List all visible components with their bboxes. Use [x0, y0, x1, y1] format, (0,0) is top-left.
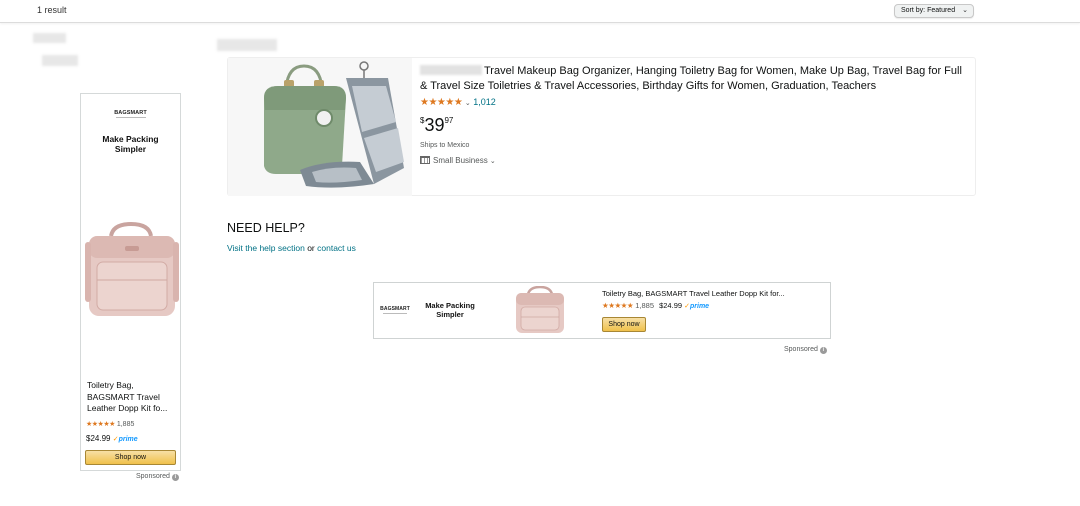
- blurred-filter-label: [42, 55, 78, 66]
- prime-badge: ✓prime: [112, 436, 138, 443]
- brand-logo-underline: [378, 312, 412, 316]
- ad-tagline: Make Packing Simpler: [420, 301, 480, 319]
- ad-price-row: $24.99 ✓prime: [86, 434, 138, 443]
- sponsored-label[interactable]: Sponsored i: [136, 473, 179, 481]
- small-business-badge[interactable]: Small Business ⌄: [420, 156, 496, 165]
- prime-badge: ✓prime: [684, 303, 710, 310]
- product-image[interactable]: [228, 58, 412, 196]
- ad-price: $24.99: [659, 301, 683, 310]
- tagline-line2: Simpler: [436, 310, 464, 319]
- need-help-heading: NEED HELP?: [227, 221, 305, 235]
- toiletry-bag-image[interactable]: [83, 221, 179, 327]
- sort-dropdown[interactable]: Sort by: Featured ⌄: [894, 4, 974, 18]
- help-joiner: or: [307, 243, 315, 253]
- contact-us-link[interactable]: contact us: [317, 243, 356, 253]
- tagline-line2: Simpler: [114, 144, 147, 154]
- product-rating-count[interactable]: 1,012: [473, 97, 496, 107]
- logo-rule: [383, 313, 407, 314]
- ad-rating[interactable]: ★★★★★ 1,885 $24.99 ✓prime: [602, 301, 709, 310]
- info-icon[interactable]: i: [171, 474, 179, 481]
- ad-price: $24.99: [86, 434, 111, 443]
- product-title-link[interactable]: Travel Makeup Bag Organizer, Hanging Toi…: [420, 64, 970, 94]
- ad-product-title[interactable]: Toiletry Bag, BAGSMART Travel Leather Do…: [602, 289, 785, 298]
- sponsored-banner-ad[interactable]: BAGSMART Make Packing Simpler Toiletry B…: [373, 282, 831, 339]
- ad-product-title[interactable]: Toiletry Bag, BAGSMART Travel Leather Do…: [87, 380, 179, 415]
- ad-rating[interactable]: ★★★★★ 1,885: [86, 420, 134, 428]
- storefront-icon: [420, 156, 430, 164]
- blurred-filter-label: [33, 33, 66, 43]
- blurred-section-label: [217, 39, 277, 51]
- info-icon[interactable]: i: [819, 347, 827, 354]
- help-links: Visit the help section or contact us: [227, 243, 356, 253]
- sort-value: Featured: [927, 7, 956, 14]
- star-rating-icon: ★★★★★: [602, 301, 634, 310]
- search-result-card[interactable]: Travel Makeup Bag Organizer, Hanging Toi…: [227, 57, 976, 196]
- chevron-down-icon: ⌄: [962, 7, 968, 14]
- help-section-link[interactable]: Visit the help section: [227, 243, 305, 253]
- chevron-down-icon: ⌄: [464, 100, 471, 107]
- brand-logo-underline: [81, 116, 180, 120]
- ad-rating-count: 1,885: [116, 421, 135, 428]
- toiletry-bag-image[interactable]: [512, 285, 568, 341]
- product-price[interactable]: $3997: [420, 115, 453, 136]
- shop-now-button[interactable]: Shop now: [85, 450, 176, 465]
- product-rating[interactable]: ★★★★★ ⌄ 1,012: [420, 97, 496, 108]
- blurred-brand: [420, 65, 482, 75]
- results-toolbar: 1 result Sort by: Featured ⌄: [0, 0, 1080, 23]
- tagline-line1: Make Packing: [102, 134, 159, 144]
- result-count: 1 result: [37, 5, 67, 15]
- shipping-info: Ships to Mexico: [420, 142, 470, 149]
- sponsored-label[interactable]: Sponsored i: [784, 346, 827, 354]
- chevron-down-icon: ⌄: [489, 158, 496, 165]
- logo-rule: [115, 117, 146, 118]
- tagline-line1: Make Packing: [425, 301, 475, 310]
- ad-rating-count: 1,885: [635, 301, 654, 310]
- sponsored-side-ad[interactable]: BAGSMART Make Packing Simpler Toiletry B…: [80, 93, 181, 471]
- star-rating-icon: ★★★★★: [86, 421, 115, 428]
- shop-now-button[interactable]: Shop now: [602, 317, 646, 332]
- ad-tagline: Make Packing Simpler: [81, 134, 180, 154]
- star-rating-icon: ★★★★★: [420, 97, 463, 108]
- sort-label: Sort by:: [901, 7, 926, 14]
